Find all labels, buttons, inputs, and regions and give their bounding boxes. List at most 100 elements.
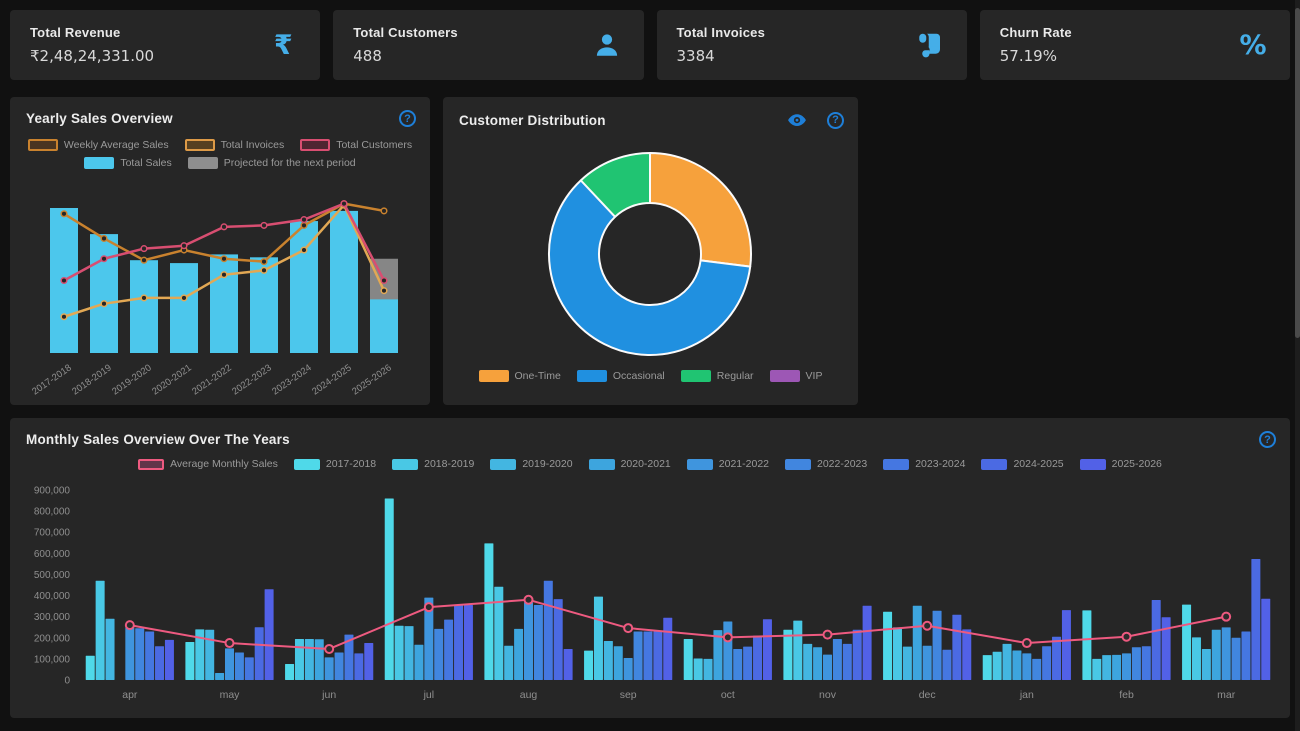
bar-2017-2018[interactable] xyxy=(1082,610,1091,680)
legend-item-one-time[interactable]: One-Time xyxy=(479,370,561,382)
bar-2020-2021[interactable] xyxy=(813,647,822,680)
average-line-point[interactable] xyxy=(1222,613,1230,621)
donut-slice-one-time[interactable] xyxy=(650,153,751,267)
bar-2025-2026[interactable] xyxy=(564,649,573,680)
legend-item-weekly-average-sales[interactable]: Weekly Average Sales xyxy=(28,139,169,151)
average-line-point[interactable] xyxy=(624,624,632,632)
bar-2025-2026[interactable] xyxy=(1162,617,1171,680)
bar-2019-2020[interactable] xyxy=(604,641,613,680)
bar-2017-2018[interactable] xyxy=(285,664,294,680)
bar-2022-2023[interactable] xyxy=(833,639,842,680)
bar-2024-2025[interactable] xyxy=(155,646,164,680)
legend-item-2018-2019[interactable]: 2018-2019 xyxy=(392,458,474,470)
bar-2024-2025[interactable] xyxy=(753,636,762,680)
bar-2024-2025[interactable] xyxy=(354,653,363,680)
legend-item-occasional[interactable]: Occasional xyxy=(577,370,665,382)
total-sales-bar[interactable] xyxy=(330,211,358,353)
bar-2024-2025[interactable] xyxy=(454,605,463,680)
line-point[interactable] xyxy=(381,208,387,214)
help-icon[interactable]: ? xyxy=(399,110,416,127)
bar-2018-2019[interactable] xyxy=(594,597,603,680)
bar-2017-2018[interactable] xyxy=(484,543,493,680)
bar-2017-2018[interactable] xyxy=(983,655,992,680)
bar-2023-2024[interactable] xyxy=(1241,631,1250,680)
bar-2019-2020[interactable] xyxy=(106,619,115,680)
bar-2019-2020[interactable] xyxy=(803,644,812,680)
bar-2025-2026[interactable] xyxy=(165,640,174,680)
line-point[interactable] xyxy=(261,268,267,274)
bar-2019-2020[interactable] xyxy=(704,659,713,680)
bar-2020-2021[interactable] xyxy=(514,629,523,680)
bar-2023-2024[interactable] xyxy=(245,657,254,680)
line-point[interactable] xyxy=(141,257,147,263)
bar-2023-2024[interactable] xyxy=(544,581,553,680)
line-point[interactable] xyxy=(101,236,107,242)
bar-2021-2022[interactable] xyxy=(225,648,234,680)
bar-2018-2019[interactable] xyxy=(395,626,404,680)
bar-2023-2024[interactable] xyxy=(643,631,652,680)
legend-item-total-invoices[interactable]: Total Invoices xyxy=(185,139,285,151)
bar-2023-2024[interactable] xyxy=(942,650,951,680)
average-line-point[interactable] xyxy=(425,603,433,611)
bar-2025-2026[interactable] xyxy=(1062,610,1071,680)
bar-2024-2025[interactable] xyxy=(255,627,264,680)
bar-2023-2024[interactable] xyxy=(1042,646,1051,680)
average-line-point[interactable] xyxy=(1123,633,1131,641)
average-line-point[interactable] xyxy=(126,621,134,629)
bar-2023-2024[interactable] xyxy=(444,620,453,680)
legend-item-total-sales[interactable]: Total Sales xyxy=(84,157,171,169)
bar-2017-2018[interactable] xyxy=(684,639,693,680)
line-point[interactable] xyxy=(341,201,347,207)
bar-2022-2023[interactable] xyxy=(135,628,144,680)
eye-icon[interactable] xyxy=(787,110,807,130)
bar-2021-2022[interactable] xyxy=(823,655,832,680)
legend-item-2020-2021[interactable]: 2020-2021 xyxy=(589,458,671,470)
bar-2024-2025[interactable] xyxy=(1251,559,1260,680)
bar-2024-2025[interactable] xyxy=(1152,600,1161,680)
line-point[interactable] xyxy=(301,247,307,253)
bar-2018-2019[interactable] xyxy=(494,587,503,680)
bar-2017-2018[interactable] xyxy=(185,642,194,680)
legend-item-vip[interactable]: VIP xyxy=(770,370,823,382)
bar-2021-2022[interactable] xyxy=(723,622,732,680)
legend-item-projected-for-the-next-period[interactable]: Projected for the next period xyxy=(188,157,356,169)
line-point[interactable] xyxy=(301,223,307,229)
average-line-point[interactable] xyxy=(325,645,333,653)
legend-item-regular[interactable]: Regular xyxy=(681,370,754,382)
bar-2018-2019[interactable] xyxy=(993,652,1002,680)
average-line-point[interactable] xyxy=(525,596,533,604)
total-sales-bar[interactable] xyxy=(170,263,198,353)
legend-item-2022-2023[interactable]: 2022-2023 xyxy=(785,458,867,470)
total-sales-bar[interactable] xyxy=(90,234,118,353)
bar-2022-2023[interactable] xyxy=(634,631,643,680)
bar-2022-2023[interactable] xyxy=(434,629,443,680)
legend-item-2021-2022[interactable]: 2021-2022 xyxy=(687,458,769,470)
average-line-point[interactable] xyxy=(923,622,931,630)
bar-2023-2024[interactable] xyxy=(843,644,852,680)
bar-2021-2022[interactable] xyxy=(325,657,334,680)
bar-2020-2021[interactable] xyxy=(315,639,324,680)
line-point[interactable] xyxy=(101,301,107,307)
average-line-point[interactable] xyxy=(1023,639,1031,647)
bar-2019-2020[interactable] xyxy=(205,630,214,680)
bar-2021-2022[interactable] xyxy=(1022,653,1031,680)
bar-2019-2020[interactable] xyxy=(405,626,414,680)
bar-2020-2021[interactable] xyxy=(1012,650,1021,680)
line-point[interactable] xyxy=(261,259,267,265)
bar-2025-2026[interactable] xyxy=(364,643,373,680)
total-sales-bar[interactable] xyxy=(210,254,238,353)
bar-2025-2026[interactable] xyxy=(1261,599,1270,680)
bar-2019-2020[interactable] xyxy=(1202,649,1211,680)
line-point[interactable] xyxy=(381,288,387,294)
bar-2023-2024[interactable] xyxy=(1142,646,1151,680)
bar-2018-2019[interactable] xyxy=(793,621,802,680)
line-point[interactable] xyxy=(221,272,227,278)
bar-2021-2022[interactable] xyxy=(524,602,533,680)
bar-2022-2023[interactable] xyxy=(1132,647,1141,680)
scrollbar-thumb[interactable] xyxy=(1295,8,1300,338)
bar-2019-2020[interactable] xyxy=(504,646,513,680)
bar-2023-2024[interactable] xyxy=(743,647,752,680)
bar-2025-2026[interactable] xyxy=(863,606,872,680)
monthly-sales-chart[interactable]: 900,000800,000700,000600,000500,000400,0… xyxy=(10,470,1290,714)
bar-2025-2026[interactable] xyxy=(763,619,772,680)
